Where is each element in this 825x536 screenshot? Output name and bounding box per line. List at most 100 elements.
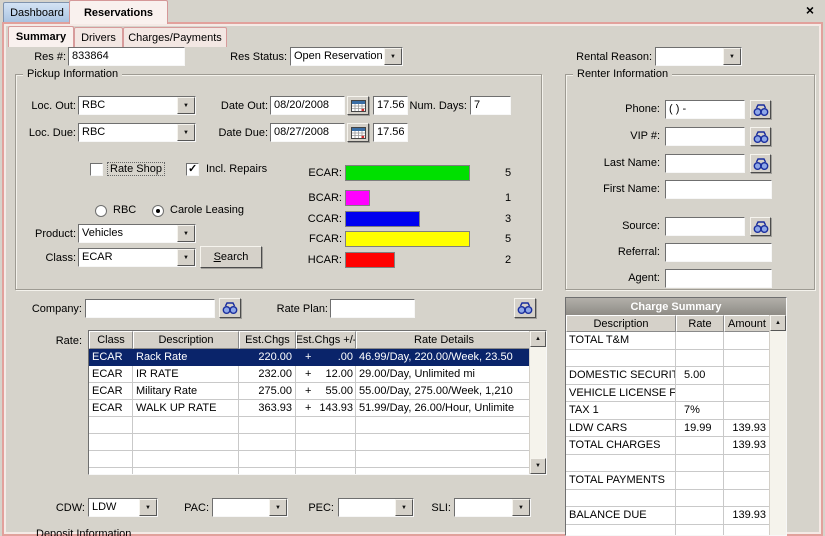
sli-select[interactable]: ▼ (454, 498, 531, 517)
table-row[interactable]: ECARMilitary Rate275.00+55.0055.00/Day, … (89, 383, 546, 400)
scroll-up-icon[interactable]: ▲ (530, 331, 546, 347)
search-button[interactable] (750, 127, 771, 146)
dropdown-arrow-icon[interactable]: ▼ (177, 249, 195, 266)
carole-leasing-radio[interactable] (152, 205, 164, 217)
table-row[interactable]: ECARIR RATE232.00+12.0029.00/Day, Unlimi… (89, 366, 546, 383)
table-row[interactable]: TOTAL PAYMENTS (566, 472, 786, 490)
date-due-field[interactable]: 08/27/2008 (270, 123, 345, 142)
column-header[interactable]: Class (89, 331, 133, 349)
rbc-radio[interactable] (95, 205, 107, 217)
chart-bar (345, 190, 370, 206)
table-row[interactable] (89, 468, 546, 475)
class-select[interactable]: ECAR ▼ (78, 248, 196, 267)
dropdown-arrow-icon[interactable]: ▼ (269, 499, 287, 516)
charge-summary-scrollbar[interactable]: ▲ (769, 315, 786, 535)
table-row[interactable]: TOTAL T&M (566, 332, 786, 350)
pac-select[interactable]: ▼ (212, 498, 288, 517)
product-select[interactable]: Vehicles ▼ (78, 224, 196, 243)
num-days-field[interactable]: 7 (470, 96, 511, 115)
date-due-calendar-button[interactable] (347, 123, 369, 142)
field-input[interactable] (665, 127, 745, 146)
table-row[interactable] (566, 350, 786, 368)
table-row[interactable]: ECARWALK UP RATE363.93+143.9351.99/Day, … (89, 400, 546, 417)
renter-field-row: Last Name: (580, 154, 810, 173)
table-row[interactable] (89, 417, 546, 434)
field-input[interactable] (665, 154, 745, 173)
column-header[interactable]: Rate Details (356, 331, 532, 349)
table-row[interactable]: TOTAL CHARGES139.93 (566, 437, 786, 455)
field-input[interactable] (665, 217, 745, 236)
table-row[interactable] (566, 455, 786, 473)
column-header[interactable]: Amount (724, 315, 770, 332)
table-row[interactable] (89, 434, 546, 451)
cell-est-charges-delta (296, 468, 356, 475)
loc-out-select[interactable]: RBC ▼ (78, 96, 196, 115)
res-status-select[interactable]: Open Reservation ▼ (290, 47, 403, 66)
tab-dashboard[interactable]: Dashboard (3, 2, 71, 23)
renter-field-row: Source: (580, 217, 810, 236)
dropdown-arrow-icon[interactable]: ▼ (139, 499, 157, 516)
column-header[interactable]: Rate (676, 315, 724, 332)
table-row[interactable]: VEHICLE LICENSE FEE (566, 385, 786, 403)
dropdown-arrow-icon[interactable]: ▼ (177, 124, 195, 141)
dropdown-arrow-icon[interactable]: ▼ (177, 97, 195, 114)
dropdown-arrow-icon[interactable]: ▼ (723, 48, 741, 65)
rate-shop-checkbox[interactable] (90, 163, 103, 176)
search-button[interactable] (750, 217, 771, 236)
company-search-button[interactable] (219, 298, 241, 318)
scroll-up-icon[interactable]: ▲ (770, 315, 786, 331)
date-out-calendar-button[interactable] (347, 96, 369, 115)
rbc-radio-label: RBC (113, 204, 136, 216)
incl-repairs-checkbox[interactable]: ✓ (186, 163, 199, 176)
time-out-field[interactable]: 17.56 (373, 96, 408, 115)
field-input[interactable] (665, 243, 772, 262)
field-input[interactable] (665, 269, 772, 288)
table-row[interactable]: BALANCE DUE139.93 (566, 507, 786, 525)
dropdown-arrow-icon[interactable]: ▼ (177, 225, 195, 242)
company-label: Company: (26, 303, 82, 316)
cdw-select[interactable]: LDW ▼ (88, 498, 158, 517)
pec-select[interactable]: ▼ (338, 498, 414, 517)
search-button[interactable]: Search (200, 246, 262, 268)
table-row[interactable] (89, 451, 546, 468)
cell-est-charges-delta: +55.00 (296, 383, 356, 400)
search-button[interactable] (750, 100, 771, 119)
dropdown-arrow-icon[interactable]: ▼ (395, 499, 413, 516)
column-header[interactable]: Est.Chgs (239, 331, 296, 349)
rate-plan-field[interactable] (330, 299, 415, 318)
table-row[interactable] (566, 490, 786, 508)
tab-summary[interactable]: Summary (8, 26, 74, 47)
dropdown-arrow-icon[interactable]: ▼ (384, 48, 402, 65)
chart-row: FCAR:5 (298, 231, 532, 249)
cell-rate (676, 490, 724, 508)
table-row[interactable]: TAX 17% (566, 402, 786, 420)
delta-value: 55.00 (325, 384, 353, 398)
field-input[interactable]: ( ) - (665, 100, 745, 119)
cell-description: TOTAL T&M (566, 332, 676, 350)
column-header[interactable]: Description (566, 315, 676, 332)
tab-drivers[interactable]: Drivers (74, 27, 123, 47)
rate-plan-search-button[interactable] (514, 298, 536, 318)
table-row[interactable] (566, 525, 786, 536)
date-out-field[interactable]: 08/20/2008 (270, 96, 345, 115)
dropdown-arrow-icon[interactable]: ▼ (512, 499, 530, 516)
time-due-field[interactable]: 17.56 (373, 123, 408, 142)
search-button[interactable] (750, 154, 771, 173)
column-header[interactable]: Est.Chgs +/- (296, 331, 356, 349)
cell-est-charges-delta (296, 451, 356, 468)
rate-table-scrollbar[interactable]: ▲ ▼ (529, 331, 546, 474)
loc-due-select[interactable]: RBC ▼ (78, 123, 196, 142)
scroll-down-icon[interactable]: ▼ (530, 458, 546, 474)
company-field[interactable] (85, 299, 215, 318)
table-row[interactable]: ECARRack Rate220.00+.0046.99/Day, 220.00… (89, 349, 546, 366)
cell-class: ECAR (89, 349, 133, 366)
table-row[interactable]: LDW CARS19.99139.93 (566, 420, 786, 438)
field-input[interactable] (665, 180, 772, 199)
column-header[interactable]: Description (133, 331, 239, 349)
tab-reservations[interactable]: Reservations (69, 0, 168, 24)
table-row[interactable]: DOMESTIC SECURITY5.00 (566, 367, 786, 385)
rental-reason-select[interactable]: ▼ (655, 47, 742, 66)
res-number-field[interactable]: 833864 (68, 47, 185, 66)
tab-charges-payments[interactable]: Charges/Payments (123, 27, 227, 47)
close-icon[interactable]: × (802, 2, 818, 18)
